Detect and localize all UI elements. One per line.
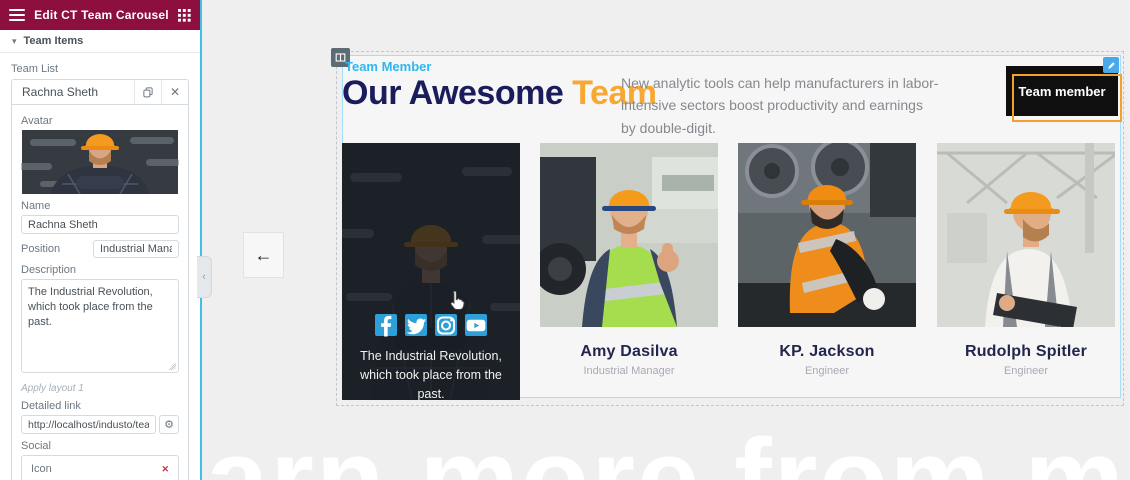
team-list-label: Team List	[11, 63, 189, 75]
section-intro-text: New analytic tools can help manufacturer…	[621, 72, 941, 139]
repeater-item: Rachna Sheth ✕ Avatar	[11, 79, 189, 480]
social-repeater-row: Icon ✕ ▾	[21, 455, 179, 480]
twitter-icon[interactable]	[405, 314, 427, 336]
pencil-icon	[1107, 61, 1116, 70]
remove-social-icon[interactable]: ✕	[161, 464, 169, 475]
app-window: arn more from m Team Member Our Awesome …	[0, 0, 1130, 480]
name-input[interactable]	[21, 215, 179, 234]
repeater-item-header: Rachna Sheth ✕	[12, 80, 188, 105]
team-card[interactable]: KP. Jackson Engineer	[738, 143, 916, 377]
panel-title: Edit CT Team Carousel	[25, 8, 178, 22]
card-member-name: Amy Dasilva	[540, 343, 718, 361]
carousel-prev-button[interactable]: ←	[243, 232, 284, 278]
card-member-position: Engineer	[738, 365, 916, 377]
close-icon: ✕	[170, 85, 180, 99]
next-section-watermark-text: arn more from m	[206, 414, 1126, 480]
description-label: Description	[21, 264, 179, 276]
position-label: Position	[21, 243, 60, 255]
card-member-position: Industrial Manager	[540, 365, 718, 377]
remove-item-button[interactable]: ✕	[161, 80, 188, 104]
editor-canvas: arn more from m Team Member Our Awesome …	[200, 0, 1130, 480]
position-input[interactable]	[93, 240, 179, 258]
team-card-active[interactable]: The Industrial Revolution, which took pl…	[342, 143, 520, 400]
team-card[interactable]: Amy Dasilva Industrial Manager	[540, 143, 718, 377]
section-label: Team Items	[24, 35, 84, 47]
section-team-items[interactable]: ▾ Team Items	[0, 30, 200, 53]
hamburger-menu-icon[interactable]	[9, 6, 25, 24]
card-social-links	[342, 314, 520, 336]
section-heading: Our Awesome Team	[342, 74, 657, 113]
card-member-name: KP. Jackson	[738, 343, 916, 361]
team-photo-rudolph-spitler	[937, 143, 1115, 327]
heading-primary: Our Awesome	[342, 74, 572, 112]
card-member-position: Engineer	[937, 365, 1115, 377]
youtube-icon[interactable]	[465, 314, 487, 336]
team-member-button[interactable]: Team member	[1006, 66, 1118, 116]
copy-icon	[142, 86, 154, 98]
link-options-button[interactable]: ⚙	[159, 415, 179, 434]
duplicate-item-button[interactable]	[134, 80, 161, 104]
description-textarea[interactable]: The Industrial Revolution, which took pl…	[21, 279, 179, 373]
caret-down-icon: ▾	[12, 36, 17, 47]
collapse-chevron-icon: ‹	[202, 271, 206, 283]
card-description: The Industrial Revolution, which took pl…	[342, 347, 520, 403]
apply-layout-link[interactable]: Apply layout 1	[21, 383, 179, 394]
avatar-label: Avatar	[21, 115, 179, 127]
team-photo-amy-dasilva	[540, 143, 718, 327]
panel-header: Edit CT Team Carousel	[0, 0, 200, 30]
facebook-icon[interactable]	[375, 314, 397, 336]
widgets-grid-icon[interactable]	[178, 9, 191, 22]
gear-icon: ⚙	[164, 418, 174, 431]
collapse-panel-handle[interactable]: ‹	[197, 256, 212, 298]
instagram-icon[interactable]	[435, 314, 457, 336]
prev-arrow-icon: ←	[255, 245, 273, 266]
edit-widget-chip[interactable]	[1103, 57, 1119, 73]
icon-label: Icon	[31, 463, 52, 475]
repeater-item-title[interactable]: Rachna Sheth	[12, 80, 134, 104]
team-card[interactable]: Rudolph Spitler Engineer	[937, 143, 1115, 377]
elementor-panel: Edit CT Team Carousel ▾ Team Items Team …	[0, 0, 200, 480]
team-photo-kp-jackson	[738, 143, 916, 327]
section-tagline: Team Member	[345, 59, 431, 74]
name-label: Name	[21, 200, 179, 212]
avatar-image[interactable]	[21, 130, 179, 194]
social-label: Social	[21, 440, 179, 452]
card-member-name: Rudolph Spitler	[937, 343, 1115, 361]
detailed-link-input[interactable]	[21, 415, 156, 434]
detailed-link-label: Detailed link	[21, 400, 179, 412]
